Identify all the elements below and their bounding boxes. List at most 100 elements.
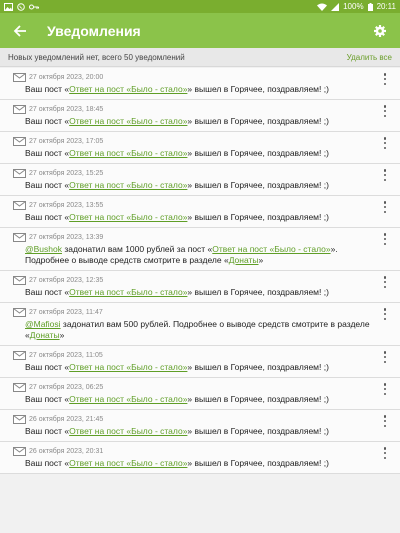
notification-item[interactable]: 27 октября 2023, 20:00 Ваш пост «Ответ на… <box>0 68 400 100</box>
envelope-icon <box>13 169 26 178</box>
arrow-left-icon <box>13 24 26 37</box>
envelope-icon <box>13 105 26 114</box>
more-vert-dot <box>383 205 387 209</box>
post-link[interactable]: Ответ на пост «Было - стало» <box>69 458 187 468</box>
wifi-icon <box>317 3 328 11</box>
more-vert-dot <box>383 109 387 113</box>
status-left <box>4 2 39 11</box>
notification-meta: 26 октября 2023, 20:31 <box>13 446 378 457</box>
notification-date: 27 октября 2023, 13:55 <box>29 202 104 209</box>
more-menu-button[interactable] <box>380 233 390 245</box>
post-link[interactable]: Ответ на пост «Было - стало» <box>69 84 187 94</box>
notification-meta: 27 октября 2023, 18:45 <box>13 104 378 115</box>
post-link[interactable]: Ответ на пост «Было - стало» <box>69 148 187 158</box>
notification-item[interactable]: 27 октября 2023, 18:45 Ваш пост «Ответ на… <box>0 100 400 132</box>
more-menu-button[interactable] <box>380 73 390 85</box>
post-link[interactable]: Ответ на пост «Было - стало» <box>69 394 187 404</box>
notification-meta: 27 октября 2023, 13:55 <box>13 200 378 211</box>
more-vert-dot <box>383 242 387 245</box>
more-menu-button[interactable] <box>380 137 390 149</box>
more-vert-icon <box>383 383 387 386</box>
notification-item[interactable]: 26 октября 2023, 20:31 Ваш пост «Ответ на… <box>0 442 400 474</box>
notification-item[interactable]: 27 октября 2023, 06:25 Ваш пост «Ответ на… <box>0 378 400 410</box>
notification-item[interactable]: 27 октября 2023, 17:05 Ваш пост «Ответ на… <box>0 132 400 164</box>
settings-button[interactable] <box>370 21 390 41</box>
more-vert-dot <box>383 456 387 459</box>
notification-date: 26 октября 2023, 21:45 <box>29 416 104 423</box>
notification-body: Ваш пост «Ответ на пост «Было - стало»» … <box>25 116 378 127</box>
more-menu-button[interactable] <box>380 276 390 288</box>
status-bar: 100% 20:11 <box>0 0 400 13</box>
notification-meta: 27 октября 2023, 17:05 <box>13 136 378 147</box>
notification-item[interactable]: 27 октября 2023, 11:47 @Mafiosi задонатил… <box>0 303 400 346</box>
more-vert-icon <box>383 105 387 108</box>
signal-icon <box>331 2 340 11</box>
notification-meta: 27 октября 2023, 12:35 <box>13 275 378 286</box>
more-menu-button[interactable] <box>380 383 390 395</box>
donations-link[interactable]: Донаты <box>229 255 259 265</box>
more-vert-dot <box>383 285 387 288</box>
more-menu-button[interactable] <box>380 447 390 459</box>
more-menu-button[interactable] <box>380 415 390 427</box>
battery-level: 100% <box>343 2 364 11</box>
envelope-icon <box>13 73 26 82</box>
notification-item[interactable]: 27 октября 2023, 11:05 Ваш пост «Ответ на… <box>0 346 400 378</box>
more-vert-icon <box>383 276 387 279</box>
status-time: 20:11 <box>376 2 396 11</box>
notification-item[interactable]: 26 октября 2023, 21:45 Ваш пост «Ответ на… <box>0 410 400 442</box>
post-link[interactable]: Ответ на пост «Было - стало» <box>69 287 187 297</box>
notification-date: 27 октября 2023, 18:45 <box>29 106 104 113</box>
more-vert-icon <box>383 73 387 76</box>
post-link[interactable]: Ответ на пост «Было - стало» <box>69 212 187 222</box>
post-link[interactable]: Ответ на пост «Было - стало» <box>69 116 187 126</box>
notification-body: Ваш пост «Ответ на пост «Было - стало»» … <box>25 287 378 298</box>
more-menu-button[interactable] <box>380 308 390 320</box>
notification-text: Ваш пост « <box>25 287 70 297</box>
notification-text: » вышел в Горячее, поздравляем! ;) <box>187 426 329 436</box>
notification-body: @Bushok задонатил вам 1000 рублей за пос… <box>25 244 378 266</box>
more-menu-button[interactable] <box>380 169 390 181</box>
notification-date: 27 октября 2023, 06:25 <box>29 384 104 391</box>
envelope-icon <box>13 308 26 317</box>
notification-item[interactable]: 27 октября 2023, 13:39 @Bushok задонатил … <box>0 228 400 271</box>
more-vert-icon <box>383 351 387 354</box>
notification-list: 27 октября 2023, 20:00 Ваш пост «Ответ на… <box>0 68 400 474</box>
more-menu-button[interactable] <box>380 351 390 363</box>
notification-text: Ваш пост « <box>25 212 70 222</box>
post-link[interactable]: Ответ на пост «Было - стало» <box>69 426 187 436</box>
back-button[interactable] <box>10 21 30 41</box>
user-link[interactable]: @Mafiosi <box>25 319 61 329</box>
more-menu-button[interactable] <box>380 201 390 213</box>
more-vert-icon <box>383 137 387 140</box>
status-right: 100% 20:11 <box>317 2 396 11</box>
notification-date: 27 октября 2023, 15:25 <box>29 170 104 177</box>
notification-meta: 27 октября 2023, 13:39 <box>13 232 378 243</box>
more-vert-icon <box>383 415 387 418</box>
user-link[interactable]: @Bushok <box>25 244 62 254</box>
post-link[interactable]: Ответ на пост «Было - стало» <box>69 180 187 190</box>
post-link[interactable]: Ответ на пост «Было - стало» <box>69 362 187 372</box>
notification-date: 27 октября 2023, 12:35 <box>29 277 104 284</box>
notification-text: Ваш пост « <box>25 394 70 404</box>
notification-body: Ваш пост «Ответ на пост «Было - стало»» … <box>25 458 378 469</box>
notification-item[interactable]: 27 октября 2023, 15:25 Ваш пост «Ответ на… <box>0 164 400 196</box>
post-link[interactable]: Ответ на пост «Было - стало» <box>212 244 330 254</box>
more-menu-button[interactable] <box>380 105 390 117</box>
notification-body: Ваш пост «Ответ на пост «Было - стало»» … <box>25 362 378 373</box>
notification-text: задонатил вам 1000 рублей за пост « <box>61 244 213 254</box>
post-link[interactable]: Донаты <box>30 330 60 340</box>
notification-meta: 27 октября 2023, 15:25 <box>13 168 378 179</box>
gear-icon <box>374 24 386 37</box>
notification-item[interactable]: 27 октября 2023, 12:35 Ваш пост «Ответ на… <box>0 271 400 303</box>
more-vert-dot <box>383 424 387 427</box>
delete-all-link[interactable]: Удалить все <box>347 53 392 62</box>
notification-item[interactable]: 27 октября 2023, 13:55 Ваш пост «Ответ на… <box>0 196 400 228</box>
notification-meta: 27 октября 2023, 11:05 <box>13 350 378 361</box>
envelope-icon <box>13 201 26 210</box>
notification-body: Ваш пост «Ответ на пост «Было - стало»» … <box>25 426 378 437</box>
more-vert-dot <box>383 210 387 213</box>
more-vert-dot <box>383 280 387 284</box>
more-vert-dot <box>383 178 387 181</box>
notification-meta: 27 октября 2023, 06:25 <box>13 382 378 393</box>
notification-text: Ваш пост « <box>25 84 70 94</box>
